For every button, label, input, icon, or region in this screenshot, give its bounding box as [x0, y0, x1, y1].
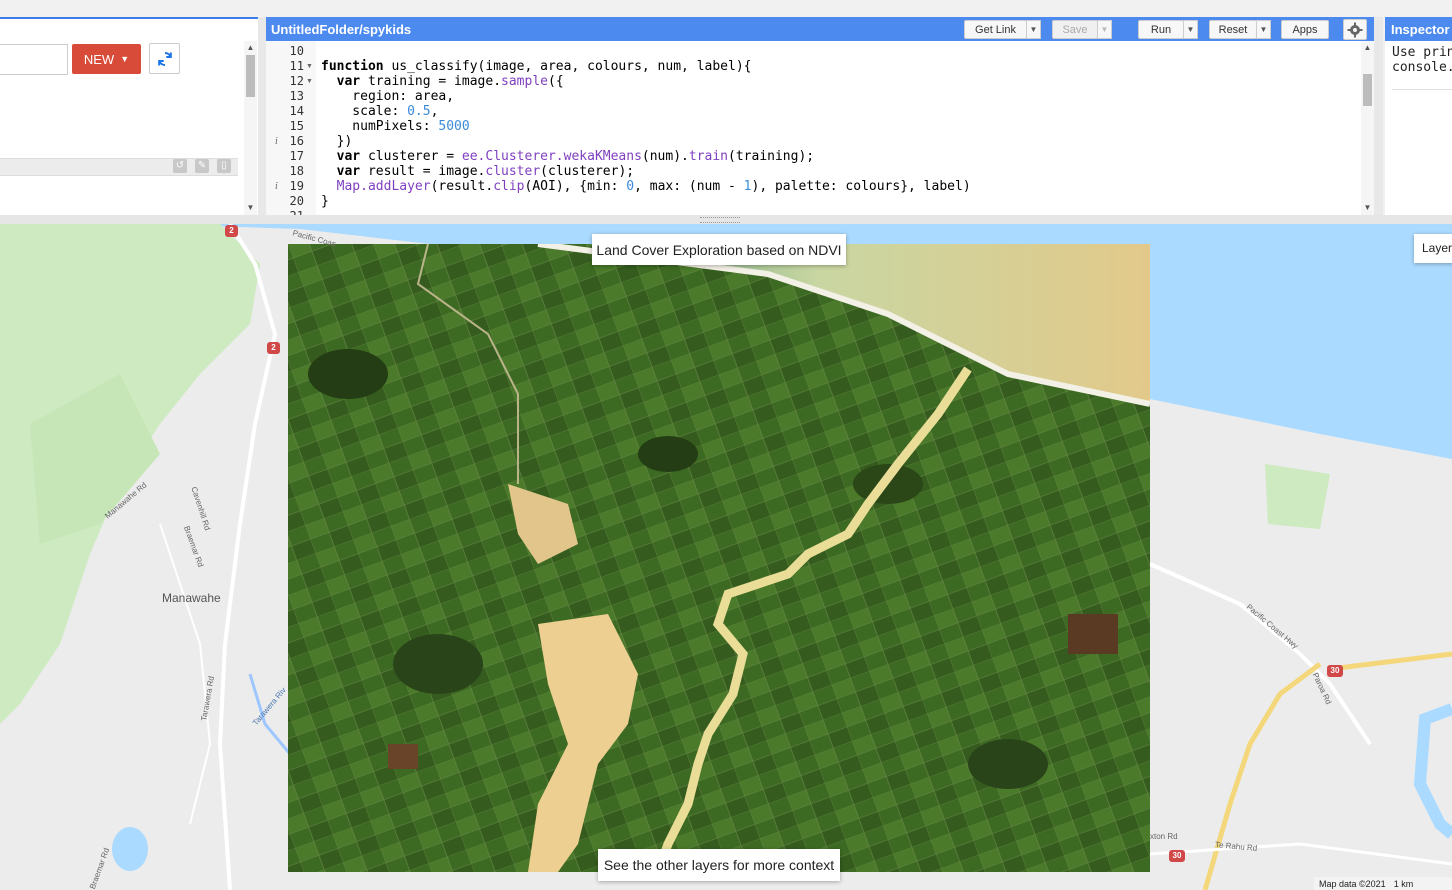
code-line[interactable]: Map.addLayer(result.clip(AOI), {min: 0, … — [321, 179, 971, 194]
line-number: 15 — [289, 119, 304, 133]
scroll-down-icon[interactable]: ▼ — [1361, 203, 1374, 212]
inspector-help-text: Use prin console. — [1392, 45, 1452, 75]
gear-icon — [1347, 22, 1363, 37]
reset-dropdown-icon[interactable]: ▼ — [1256, 20, 1271, 39]
fold-arrow-icon[interactable]: ▼ — [306, 59, 313, 74]
line-number: 19 — [289, 179, 304, 193]
line-number: 14 — [289, 104, 304, 118]
highway-shield-30: 30 — [1169, 850, 1185, 862]
apps-button[interactable]: Apps — [1281, 20, 1329, 39]
splitter-grip-icon[interactable] — [700, 217, 740, 223]
code-line[interactable]: } — [321, 194, 329, 209]
panel-divider[interactable] — [258, 17, 266, 215]
editor-header — [266, 17, 1374, 41]
get-link-dropdown-icon[interactable]: ▼ — [1026, 20, 1041, 39]
history-icon[interactable]: ↺ — [173, 159, 187, 173]
code-line[interactable]: var result = image.cluster(clusterer); — [321, 164, 634, 179]
line-number: 20 — [289, 194, 304, 208]
map-title-box: Land Cover Exploration based on NDVI — [592, 234, 846, 265]
map-view[interactable]: Land Cover Exploration based on NDVI See… — [0, 224, 1452, 890]
fold-arrow-icon[interactable]: ▼ — [306, 74, 313, 89]
map-data-credit[interactable]: Map data ©2021 — [1319, 879, 1386, 889]
code-editor[interactable]: 10 11 ▼ function us_classify(image, area, c… — [266, 41, 1374, 215]
line-number: 10 — [289, 44, 304, 58]
code-line[interactable]: function us_classify(image, area, colour… — [321, 59, 751, 74]
trash-icon[interactable]: ▯ — [217, 159, 231, 173]
edit-icon[interactable]: ✎ — [195, 159, 209, 173]
inspector-divider — [1392, 89, 1452, 90]
run-button[interactable]: Run — [1138, 20, 1184, 39]
inspector-tab[interactable]: Inspector — [1391, 22, 1450, 37]
editor-scroll-thumb[interactable] — [1363, 74, 1372, 106]
line-number: 12 — [289, 74, 304, 88]
panel-divider[interactable] — [1374, 17, 1383, 215]
reset-button[interactable]: Reset — [1209, 20, 1257, 39]
layers-button[interactable]: Layers — [1414, 234, 1452, 263]
line-number: 18 — [289, 164, 304, 178]
highway-shield-2: 2 — [225, 225, 238, 237]
scroll-down-icon[interactable]: ▼ — [244, 203, 257, 212]
highway-shield-30: 30 — [1327, 665, 1343, 677]
place-label-manawahe: Manawahe — [162, 591, 221, 605]
code-line[interactable]: numPixels: 5000 — [321, 119, 469, 134]
settings-button[interactable] — [1343, 19, 1367, 40]
refresh-icon — [157, 51, 172, 66]
code-line[interactable]: var clusterer = ee.Clusterer.wekaKMeans(… — [321, 149, 814, 164]
new-button[interactable]: NEW ▼ — [72, 44, 141, 74]
highway-shield-2: 2 — [267, 342, 280, 354]
map-attribution[interactable]: Map data ©2021 1 km — [1314, 877, 1452, 890]
scripts-scroll-thumb[interactable] — [246, 55, 255, 97]
editor-scrollbar[interactable]: ▲ ▼ — [1361, 41, 1374, 215]
code-line[interactable]: scale: 0.5, — [321, 104, 438, 119]
save-dropdown-icon[interactable]: ▼ — [1097, 20, 1112, 39]
script-title[interactable]: UntitledFolder/spykids — [271, 22, 411, 37]
line-number: 13 — [289, 89, 304, 103]
new-button-label: NEW — [83, 51, 115, 67]
line-number: 16 — [289, 134, 304, 148]
run-dropdown-icon[interactable]: ▼ — [1183, 20, 1198, 39]
code-line[interactable]: region: area, — [321, 89, 454, 104]
info-hint-icon[interactable]: i — [275, 179, 278, 194]
line-number: 11 — [289, 59, 304, 73]
browser-top-strip — [0, 0, 1452, 17]
ndvi-satellite-layer — [288, 244, 1150, 872]
info-hint-icon[interactable]: i — [275, 134, 278, 149]
script-search-input[interactable] — [0, 44, 68, 75]
code-line[interactable]: }) — [321, 134, 353, 149]
map-caption-box: See the other layers for more context — [598, 849, 840, 881]
scale-bar-label: 1 km — [1393, 878, 1414, 889]
caret-down-icon: ▼ — [120, 54, 130, 64]
scroll-up-icon[interactable]: ▲ — [1361, 43, 1374, 52]
scroll-up-icon[interactable]: ▲ — [244, 43, 257, 52]
road-label-thornton-rd: xton Rd — [1150, 832, 1178, 841]
save-button[interactable]: Save — [1052, 20, 1098, 39]
refresh-button[interactable] — [149, 43, 180, 74]
code-line[interactable]: var training = image.sample({ — [321, 74, 564, 89]
get-link-button[interactable]: Get Link — [964, 20, 1027, 39]
line-number: 17 — [289, 149, 304, 163]
